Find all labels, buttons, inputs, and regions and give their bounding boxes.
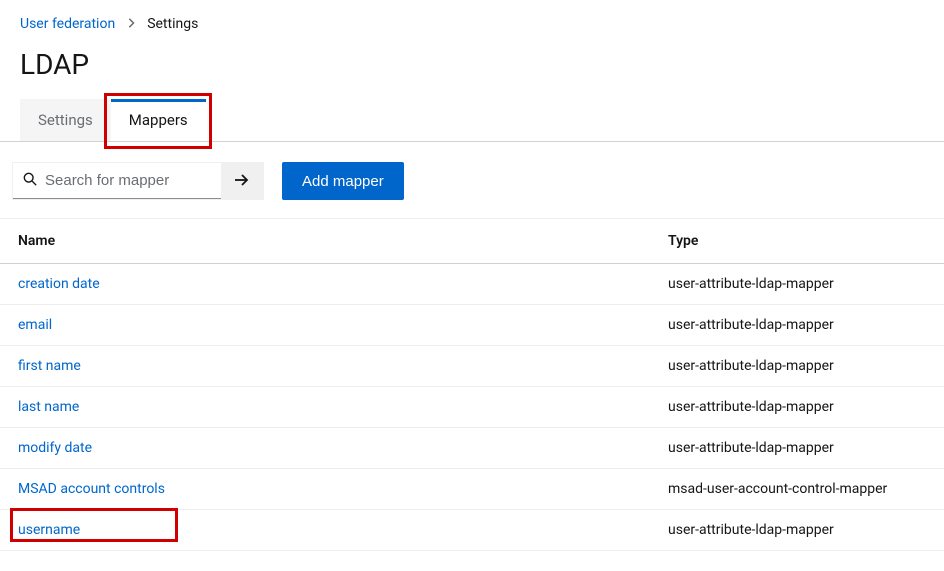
mapper-type: user-attribute-ldap-mapper	[650, 510, 944, 551]
mapper-name-link[interactable]: username	[18, 522, 80, 538]
mapper-type: user-attribute-ldap-mapper	[650, 305, 944, 346]
tabs: Settings Mappers	[0, 99, 944, 142]
mapper-type: user-attribute-ldap-mapper	[650, 387, 944, 428]
search-input[interactable]	[45, 172, 211, 189]
search-group	[12, 162, 264, 200]
mapper-type: user-attribute-ldap-mapper	[650, 428, 944, 469]
table-row: username user-attribute-ldap-mapper	[0, 510, 944, 551]
mapper-type: user-attribute-ldap-mapper	[650, 264, 944, 305]
mapper-name-link[interactable]: first name	[18, 358, 81, 374]
search-submit-button[interactable]	[221, 163, 263, 199]
table-row: email user-attribute-ldap-mapper	[0, 305, 944, 346]
breadcrumb: User federation Settings	[0, 0, 944, 36]
mappers-table: Name Type creation date user-attribute-l…	[0, 218, 944, 551]
mapper-name-link[interactable]: modify date	[18, 440, 92, 456]
table-row: creation date user-attribute-ldap-mapper	[0, 264, 944, 305]
arrow-right-icon	[234, 173, 250, 190]
search-icon	[23, 172, 37, 190]
add-mapper-button[interactable]: Add mapper	[282, 162, 404, 200]
table-row: first name user-attribute-ldap-mapper	[0, 346, 944, 387]
mapper-name-link[interactable]: creation date	[18, 276, 100, 292]
mapper-type: msad-user-account-control-mapper	[650, 469, 944, 510]
breadcrumb-parent-link[interactable]: User federation	[20, 16, 115, 32]
toolbar: Add mapper	[0, 142, 944, 218]
table-row: MSAD account controls msad-user-account-…	[0, 469, 944, 510]
table-row: last name user-attribute-ldap-mapper	[0, 387, 944, 428]
tab-settings[interactable]: Settings	[20, 99, 111, 141]
table-row: modify date user-attribute-ldap-mapper	[0, 428, 944, 469]
table-header-name: Name	[0, 219, 650, 264]
mapper-type: user-attribute-ldap-mapper	[650, 346, 944, 387]
mapper-name-link[interactable]: email	[18, 317, 52, 333]
mapper-name-link[interactable]: last name	[18, 399, 79, 415]
mapper-name-link[interactable]: MSAD account controls	[18, 481, 165, 497]
table-header-type: Type	[650, 219, 944, 264]
chevron-right-icon	[127, 17, 135, 31]
tab-mappers[interactable]: Mappers	[111, 99, 206, 141]
page-title: LDAP	[0, 36, 944, 99]
breadcrumb-current: Settings	[147, 16, 198, 32]
